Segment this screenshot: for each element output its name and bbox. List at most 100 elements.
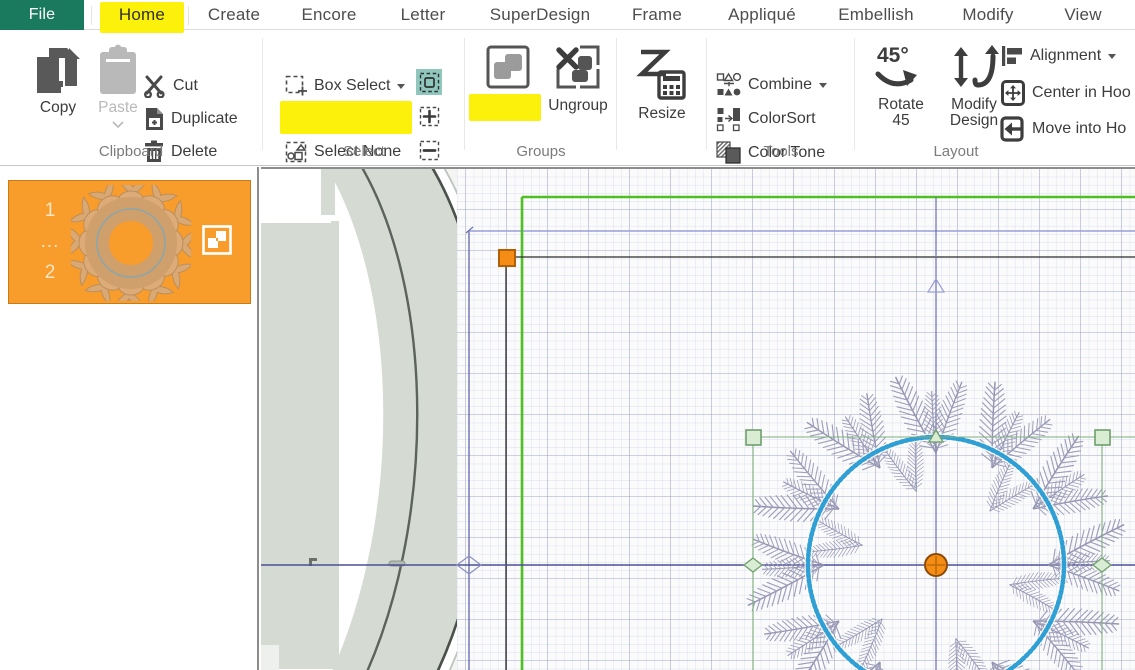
menu-tab-home[interactable]: Home: [98, 0, 186, 33]
menu-tab-view[interactable]: View: [1044, 0, 1122, 30]
box-select-caret-icon[interactable]: [397, 83, 406, 89]
menu-tab-view-label: View: [1064, 5, 1102, 24]
combine-button-label: Combine: [748, 76, 813, 93]
menu-tab-applique[interactable]: Appliqué: [714, 0, 810, 30]
menu-tab-home-label: Home: [118, 5, 166, 24]
menu-tab-superdesign[interactable]: SuperDesign: [472, 0, 608, 30]
group-highlight-marker: [469, 94, 541, 121]
center-in-hoop-button[interactable]: Center in Hoo: [1000, 80, 1131, 106]
alignment-button[interactable]: Alignment: [1000, 44, 1117, 68]
tools-group-label: Tools: [763, 143, 799, 160]
ribbon-separator: [706, 38, 707, 150]
duplicate-icon: [143, 107, 165, 131]
box-select-button[interactable]: Box Select: [284, 74, 406, 98]
filmstrip-range-start: 1: [44, 200, 56, 221]
filmstrip-group-badge-icon: [202, 225, 232, 255]
rotate-45-button[interactable]: 45° Rotate 45: [864, 42, 938, 129]
menu-tab-modify[interactable]: Modify: [942, 0, 1034, 30]
alignment-button-label: Alignment: [1030, 47, 1102, 64]
combine-icon: [716, 72, 742, 98]
paste-button-label: Paste: [98, 99, 138, 116]
colorsort-button[interactable]: ColorSort: [716, 106, 816, 132]
scissors-icon: [143, 74, 167, 98]
ribbon-group-tools: Combine ColorSort Color Tone Tools: [708, 30, 854, 166]
ribbon-group-select: Box Select Select All: [264, 30, 464, 166]
paste-dropdown-caret[interactable]: [112, 121, 124, 128]
filmstrip-range-end: 2: [44, 262, 56, 283]
ungroup-button-label: Ungroup: [548, 97, 608, 114]
design-filmstrip-sidebar: 1 ... 2: [0, 167, 259, 670]
groups-group-label: Groups: [516, 143, 566, 160]
modify-design-icon: [947, 42, 1001, 94]
ribbon-separator: [464, 38, 465, 150]
resize-button-label: Resize: [638, 105, 686, 122]
selection-add-icon: [419, 106, 440, 127]
menu-tab-encore-label: Encore: [301, 5, 357, 24]
alignment-icon: [1000, 44, 1024, 68]
combine-button[interactable]: Combine: [716, 72, 828, 98]
box-select-button-label: Box Select: [314, 77, 391, 94]
ribbon-separator: [854, 38, 855, 150]
resize-icon: [635, 46, 689, 102]
ribbon-group-groups: Group Ungroup Groups: [466, 30, 616, 166]
center-in-hoop-button-label: Center in Hoo: [1032, 84, 1131, 101]
selection-mode-replace-button[interactable]: [416, 69, 442, 95]
canvas-stage[interactable]: [261, 169, 1135, 670]
ribbon-separator: [262, 38, 263, 150]
stitch-area: [457, 169, 1135, 670]
combine-caret-icon[interactable]: [819, 82, 828, 88]
group-button[interactable]: Group: [469, 44, 542, 121]
design-canvas[interactable]: [261, 167, 1135, 670]
group-icon: [484, 44, 532, 94]
ribbon-toolbar: Copy Paste Cut Duplicate Delete Clipboar…: [0, 30, 1135, 166]
paste-icon: [96, 44, 140, 96]
menu-tab-letter-label: Letter: [400, 5, 446, 24]
select-group-label: Select: [343, 143, 385, 160]
resize-button[interactable]: Resize: [628, 46, 696, 122]
ribbon-group-layout: 45° Rotate 45 Modify Design Alignment Ce…: [856, 30, 1135, 166]
cut-button[interactable]: Cut: [143, 74, 198, 98]
menu-tab-modify-label: Modify: [962, 5, 1014, 24]
hoop-origin-handle: [498, 249, 516, 267]
ribbon-group-clipboard: Copy Paste Cut Duplicate Delete Clipboar…: [0, 30, 262, 166]
menu-tab-letter[interactable]: Letter: [381, 0, 465, 30]
rotate-45-label-line2: 45: [892, 112, 910, 129]
select-all-button[interactable]: Select All: [280, 101, 412, 134]
clipboard-group-label: Clipboard: [98, 143, 164, 160]
ribbon-group-resize: Resize: [618, 30, 706, 166]
menu-tab-file-label: File: [28, 6, 56, 23]
modify-design-label-line2: Design: [949, 112, 999, 129]
duplicate-button[interactable]: Duplicate: [143, 107, 238, 131]
center-in-hoop-icon: [1000, 80, 1026, 106]
menu-tab-encore[interactable]: Encore: [286, 0, 372, 30]
move-into-hoop-button-label: Move into Ho: [1032, 120, 1127, 137]
copy-icon: [33, 44, 83, 96]
menu-tab-applique-label: Appliqué: [728, 5, 796, 24]
filmstrip-range-dots: ...: [40, 231, 60, 252]
menu-tab-frame-label: Frame: [631, 5, 683, 24]
layout-group-label: Layout: [933, 143, 979, 160]
ungroup-button[interactable]: Ungroup: [540, 44, 616, 114]
menu-bar: File Home Create Encore Letter SuperDesi…: [0, 0, 1135, 33]
tab-divider: [188, 6, 189, 25]
move-into-hoop-button[interactable]: Move into Ho: [1000, 116, 1126, 142]
rotate-45-label-line1: Rotate: [878, 96, 924, 113]
rotate-45-icon: 45°: [873, 42, 929, 94]
select-all-highlight-marker: [280, 101, 412, 134]
menu-tab-file[interactable]: File: [0, 0, 84, 30]
menu-tab-embellish[interactable]: Embellish: [820, 0, 932, 30]
menu-tab-superdesign-label: SuperDesign: [489, 5, 591, 24]
menu-tab-create[interactable]: Create: [191, 0, 277, 30]
filmstrip-item-range: 1 ... 2: [33, 195, 67, 288]
svg-text:45°: 45°: [877, 44, 909, 67]
filmstrip-item-selected[interactable]: 1 ... 2: [8, 180, 251, 304]
paste-button[interactable]: Paste: [84, 44, 152, 128]
colorsort-icon: [716, 106, 742, 132]
wreath-design-thumbnail: [71, 185, 191, 301]
application-window: File Home Create Encore Letter SuperDesi…: [0, 0, 1135, 670]
ungroup-icon: [554, 44, 602, 94]
selection-replace-icon: [419, 72, 440, 93]
menu-tab-frame[interactable]: Frame: [614, 0, 700, 30]
alignment-caret-icon[interactable]: [1108, 53, 1117, 59]
selection-mode-add-button[interactable]: [416, 103, 442, 129]
